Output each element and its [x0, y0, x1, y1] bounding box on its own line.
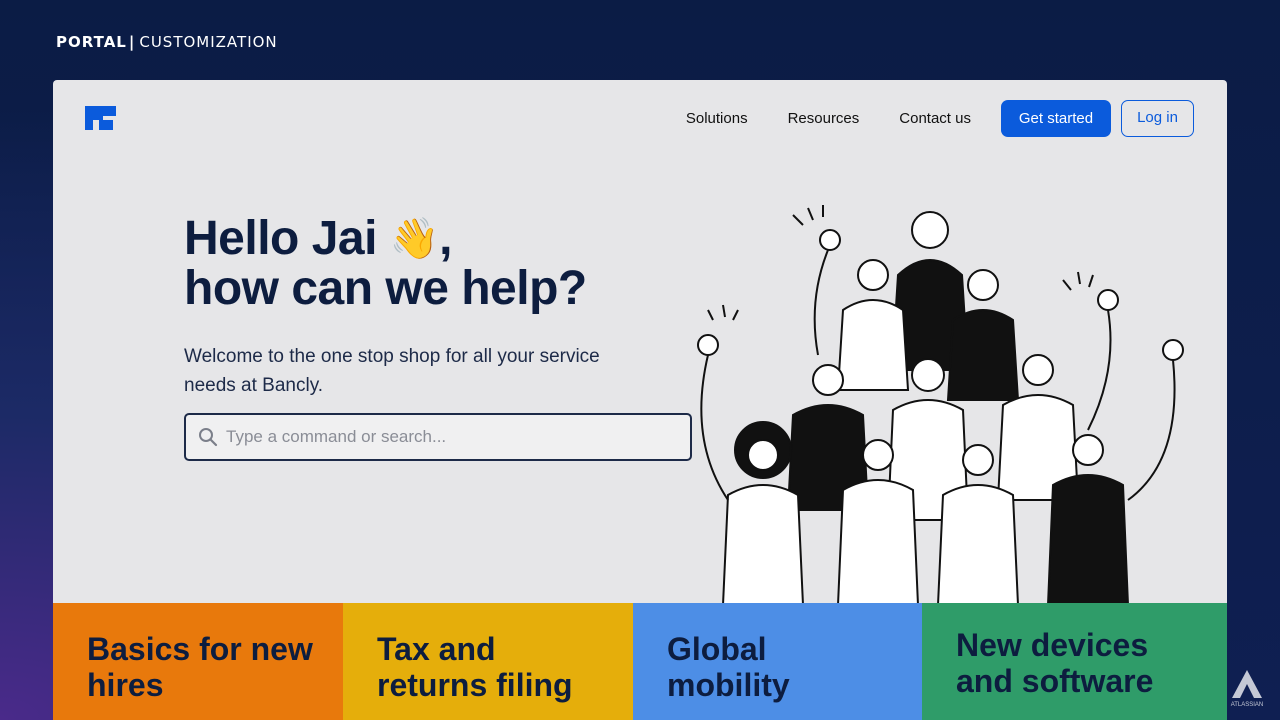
log-in-button[interactable]: Log in	[1121, 100, 1194, 137]
tile-label: Global mobility	[667, 631, 790, 703]
customization-label: CUSTOMIZATION	[139, 33, 278, 51]
nav-solutions[interactable]: Solutions	[686, 110, 748, 127]
tile-label: Basics for new hires	[87, 631, 313, 703]
hero-title: Hello Jai 👋, how can we help?	[184, 214, 704, 314]
tile-label: Tax and returns filing	[377, 631, 573, 703]
tile-basics-for-new-hires[interactable]: Basics for new hires	[53, 603, 343, 720]
hero-title-comma: ,	[439, 212, 452, 265]
people-group-illustration	[697, 205, 1184, 605]
bancly-logo-icon[interactable]	[85, 106, 116, 130]
portal-window: Solutions Resources Contact us Get start…	[53, 80, 1227, 720]
waving-hand-icon: 👋	[389, 217, 440, 261]
label-separator: |	[128, 33, 136, 51]
category-tiles: Basics for new hires Tax and returns fil…	[53, 603, 1227, 720]
search-input[interactable]	[226, 427, 666, 447]
portal-label: PORTAL	[56, 33, 127, 51]
nav-resources[interactable]: Resources	[788, 110, 860, 127]
tile-tax-and-returns-filing[interactable]: Tax and returns filing	[343, 603, 633, 720]
atlassian-logo-icon	[1232, 670, 1262, 698]
tile-new-devices-and-software[interactable]: New devices and software	[922, 603, 1227, 720]
presentation-label: PORTAL | CUSTOMIZATION	[56, 33, 278, 51]
atlassian-watermark: ATLASSIAN	[1228, 668, 1266, 708]
tile-global-mobility[interactable]: Global mobility	[633, 603, 922, 720]
search-bar[interactable]	[184, 413, 692, 461]
get-started-button[interactable]: Get started	[1001, 100, 1111, 137]
hero-section: Hello Jai 👋, how can we help? Welcome to…	[184, 214, 704, 400]
tile-label: New devices and software	[956, 627, 1154, 699]
nav-contact-us[interactable]: Contact us	[899, 110, 971, 127]
watermark-text: ATLASSIAN	[1230, 702, 1264, 708]
hero-title-line1: Hello Jai	[184, 212, 377, 265]
top-navigation: Solutions Resources Contact us Get start…	[686, 100, 1194, 137]
search-icon	[199, 428, 218, 447]
hero-subtitle: Welcome to the one stop shop for all you…	[184, 346, 600, 396]
hero-title-line2: how can we help?	[184, 262, 587, 315]
